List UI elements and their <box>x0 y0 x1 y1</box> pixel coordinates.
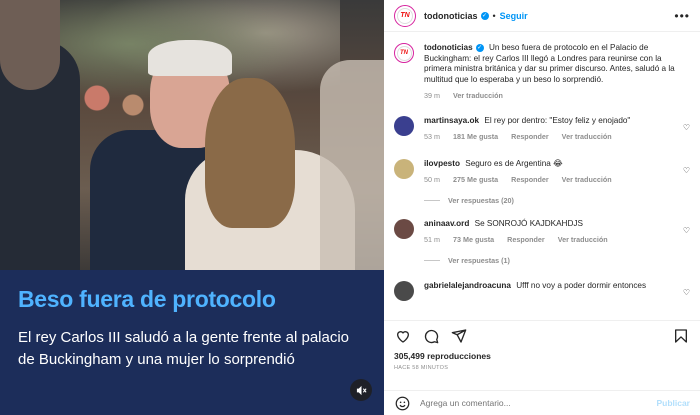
comment-text: El rey por dentro: "Estoy feliz y enojad… <box>484 115 631 125</box>
like-icon[interactable] <box>394 327 412 345</box>
replies-line <box>424 199 440 201</box>
reply-button[interactable]: Responder <box>511 132 549 141</box>
comment-item: aninaav.ord Se SONROJÓ KAJDKAHDJS 51 m 7… <box>394 218 690 246</box>
commenter-avatar[interactable] <box>394 280 414 301</box>
like-comment-icon[interactable]: ♡ <box>683 226 690 235</box>
comment-icon[interactable] <box>422 327 440 345</box>
view-count[interactable]: 305,499 reproducciones <box>394 351 690 361</box>
comment-username[interactable]: aninaav.ord <box>424 219 469 228</box>
king-hair <box>148 40 232 76</box>
post-sidebar: TN todonoticias ✓ • Seguir ••• TN todono… <box>384 0 700 415</box>
verified-badge-icon: ✓ <box>480 11 489 20</box>
reply-button[interactable]: Responder <box>507 235 545 244</box>
comment-item: ilovpesto Seguro es de Argentina 😂 50 m … <box>394 158 690 186</box>
emoji-icon[interactable] <box>394 395 410 411</box>
view-replies-label[interactable]: Ver respuestas (20) <box>448 196 514 205</box>
commenter-avatar[interactable] <box>394 158 414 179</box>
comment-time[interactable]: 53 m <box>424 132 440 141</box>
comment-likes[interactable]: 73 Me gusta <box>453 235 494 244</box>
verified-badge-icon: ✓ <box>475 43 484 52</box>
comment-likes[interactable]: 275 Me gusta <box>453 175 498 184</box>
replies-line <box>424 259 440 261</box>
mute-icon[interactable] <box>350 379 372 401</box>
view-replies-button[interactable]: Ver respuestas (1) <box>424 256 690 265</box>
post-timestamp[interactable]: HACE 58 MINUTOS <box>394 365 690 371</box>
share-icon[interactable] <box>450 327 468 345</box>
view-replies-label[interactable]: Ver respuestas (1) <box>448 256 510 265</box>
post-media[interactable]: Beso fuera de protocolo El rey Carlos II… <box>0 0 384 415</box>
caption-translate-link[interactable]: Ver traducción <box>453 91 503 100</box>
caption-avatar[interactable]: TN <box>394 43 414 63</box>
post-header: TN todonoticias ✓ • Seguir ••• <box>384 0 700 32</box>
comment-text: Seguro es de Argentina 😂 <box>465 158 563 168</box>
comment-item: martinsaya.ok El rey por dentro: "Estoy … <box>394 115 690 143</box>
publish-button[interactable]: Publicar <box>656 398 690 408</box>
header-username[interactable]: todonoticias <box>424 11 478 21</box>
caption-time[interactable]: 39 m <box>424 91 440 100</box>
tn-logo-icon: TN <box>396 45 412 61</box>
like-comment-icon[interactable]: ♡ <box>683 166 690 175</box>
translate-link[interactable]: Ver traducción <box>558 235 608 244</box>
comment-username[interactable]: ilovpesto <box>424 159 460 168</box>
more-options-icon[interactable]: ••• <box>674 9 690 23</box>
comment-text: Ufff no voy a poder dormir entonces <box>516 280 647 290</box>
translate-link[interactable]: Ver traducción <box>562 175 612 184</box>
comments-list[interactable]: TN todonoticias ✓ Un beso fuera de protoc… <box>384 33 700 320</box>
video-headline: Beso fuera de protocolo <box>18 286 276 312</box>
video-subtitle: El rey Carlos III saludó a la gente fren… <box>18 329 350 368</box>
like-comment-icon[interactable]: ♡ <box>683 288 690 297</box>
bystander-figure <box>320 60 384 270</box>
comment-item: gabrielalejandroacuna Ufff no voy a pode… <box>394 280 690 301</box>
comment-username[interactable]: martinsaya.ok <box>424 116 479 125</box>
bookmark-icon[interactable] <box>672 327 690 345</box>
comment-time[interactable]: 50 m <box>424 175 440 184</box>
post-actions: 305,499 reproducciones HACE 58 MINUTOS <box>384 320 700 372</box>
commenter-avatar[interactable] <box>394 115 414 136</box>
comment-time[interactable]: 51 m <box>424 235 440 244</box>
comment-likes[interactable]: 181 Me gusta <box>453 132 498 141</box>
header-separator: • <box>492 10 496 21</box>
caption-username[interactable]: todonoticias <box>424 43 473 52</box>
like-comment-icon[interactable]: ♡ <box>683 123 690 132</box>
view-replies-button[interactable]: Ver respuestas (20) <box>424 196 690 205</box>
commenter-avatar[interactable] <box>394 218 414 239</box>
woman-hair <box>205 78 295 228</box>
video-caption-overlay: Beso fuera de protocolo El rey Carlos II… <box>0 270 384 415</box>
translate-link[interactable]: Ver traducción <box>562 132 612 141</box>
add-comment-bar: Publicar <box>384 390 700 415</box>
comment-username[interactable]: gabrielalejandroacuna <box>424 281 511 290</box>
tn-logo-icon: TN <box>397 7 413 24</box>
video-frame[interactable] <box>0 0 384 270</box>
comment-text: Se SONROJÓ KAJDKAHDJS <box>474 218 583 228</box>
comment-input[interactable] <box>420 398 657 408</box>
follow-button[interactable]: Seguir <box>500 11 528 21</box>
reply-button[interactable]: Responder <box>511 175 549 184</box>
guard-head <box>0 0 60 90</box>
account-avatar[interactable]: TN <box>394 4 416 27</box>
post-caption: TN todonoticias ✓ Un beso fuera de protoc… <box>394 43 690 102</box>
